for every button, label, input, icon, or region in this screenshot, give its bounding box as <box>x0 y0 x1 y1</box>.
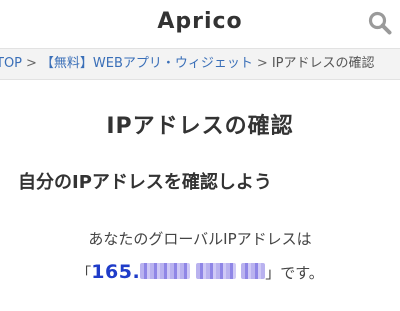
site-title[interactable]: Aprico <box>0 0 400 44</box>
ip-address-label: あなたのグローバルIPアドレスは <box>88 230 312 248</box>
breadcrumb-separator: > <box>26 56 37 71</box>
ip-mask-octet-2 <box>140 263 191 279</box>
breadcrumb-current: IPアドレスの確認 <box>271 56 375 71</box>
open-bracket: 「 <box>76 264 92 282</box>
ip-mask-octet-4 <box>241 263 266 279</box>
breadcrumb-separator: > <box>256 56 268 71</box>
ip-address-line: 「165. 」です。 <box>0 258 400 287</box>
breadcrumb: TOP>【無料】WEBアプリ・ウィジェット>IPアドレスの確認 <box>0 48 400 80</box>
section-heading: 自分のIPアドレスを確認しよう <box>18 172 272 193</box>
breadcrumb-link-web-apps[interactable]: 【無料】WEBアプリ・ウィジェット <box>41 56 253 71</box>
ip-line-suffix: 」です。 <box>265 264 324 282</box>
site-header: Aprico <box>0 0 400 44</box>
page-title: IPアドレスの確認 <box>106 114 294 139</box>
search-icon <box>368 11 392 35</box>
ip-address-value: 165. <box>91 261 266 283</box>
ip-mask-octet-3 <box>196 263 237 279</box>
search-button[interactable] <box>366 9 394 37</box>
ip-address-prefix: 165. <box>91 261 141 283</box>
breadcrumb-link-top[interactable]: TOP <box>0 56 22 71</box>
